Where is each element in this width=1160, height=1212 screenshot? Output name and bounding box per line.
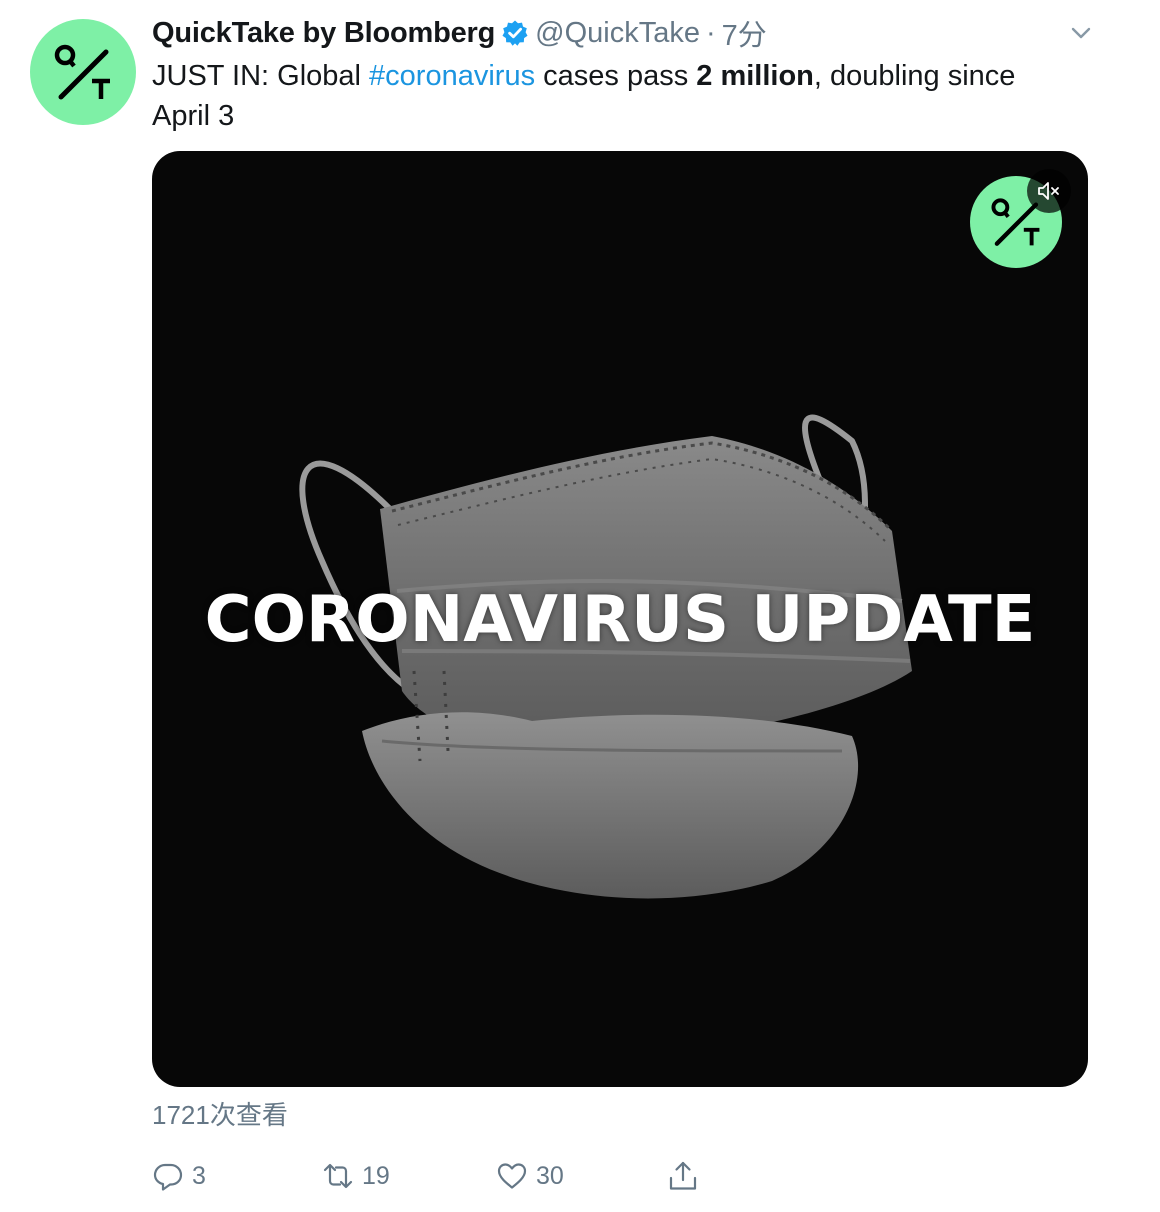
- video-title-overlay: CORONAVIRUS UPDATE: [204, 583, 1036, 657]
- retweet-button[interactable]: 19: [322, 1154, 390, 1198]
- tweet-text: JUST IN: Global #coronavirus cases pass …: [152, 56, 1062, 136]
- tweet-text-mid: cases pass: [535, 60, 697, 92]
- view-count: 1721次查看: [152, 1100, 288, 1130]
- reply-count: 3: [192, 1161, 206, 1190]
- separator-dot: ·: [705, 16, 716, 49]
- tweet-actions: 3 19 30: [152, 1154, 712, 1198]
- quicktake-logo-icon: [54, 44, 110, 100]
- hashtag-link[interactable]: #coronavirus: [369, 60, 535, 92]
- retweet-count: 19: [362, 1161, 390, 1190]
- tweet-header: QuickTake by Bloomberg @QuickTake · 7分: [152, 12, 1080, 54]
- chevron-down-icon[interactable]: [1068, 20, 1094, 46]
- share-button[interactable]: [667, 1154, 699, 1198]
- speaker-muted-icon: [1038, 182, 1059, 200]
- author-avatar[interactable]: [30, 19, 136, 125]
- like-button[interactable]: 30: [496, 1154, 564, 1198]
- retweet-icon: [323, 1163, 353, 1189]
- tweet-text-bold: 2 million: [696, 60, 814, 92]
- author-display-name[interactable]: QuickTake by Bloomberg: [152, 17, 495, 50]
- heart-icon: [497, 1163, 527, 1189]
- mute-toggle-button[interactable]: [1027, 169, 1071, 213]
- reply-icon: [153, 1163, 183, 1191]
- tweet-card[interactable]: QuickTake by Bloomberg @QuickTake · 7分 J…: [0, 0, 1160, 1212]
- reply-button[interactable]: 3: [152, 1154, 206, 1198]
- share-icon: [669, 1161, 697, 1190]
- verified-badge-icon: [501, 19, 529, 47]
- author-handle[interactable]: @QuickTake: [535, 17, 700, 50]
- tweet-timestamp[interactable]: 7分: [722, 12, 767, 54]
- like-count: 30: [536, 1161, 564, 1190]
- tweet-text-prefix: JUST IN: Global: [152, 60, 370, 92]
- video-player[interactable]: CORONAVIRUS UPDATE: [152, 151, 1088, 1087]
